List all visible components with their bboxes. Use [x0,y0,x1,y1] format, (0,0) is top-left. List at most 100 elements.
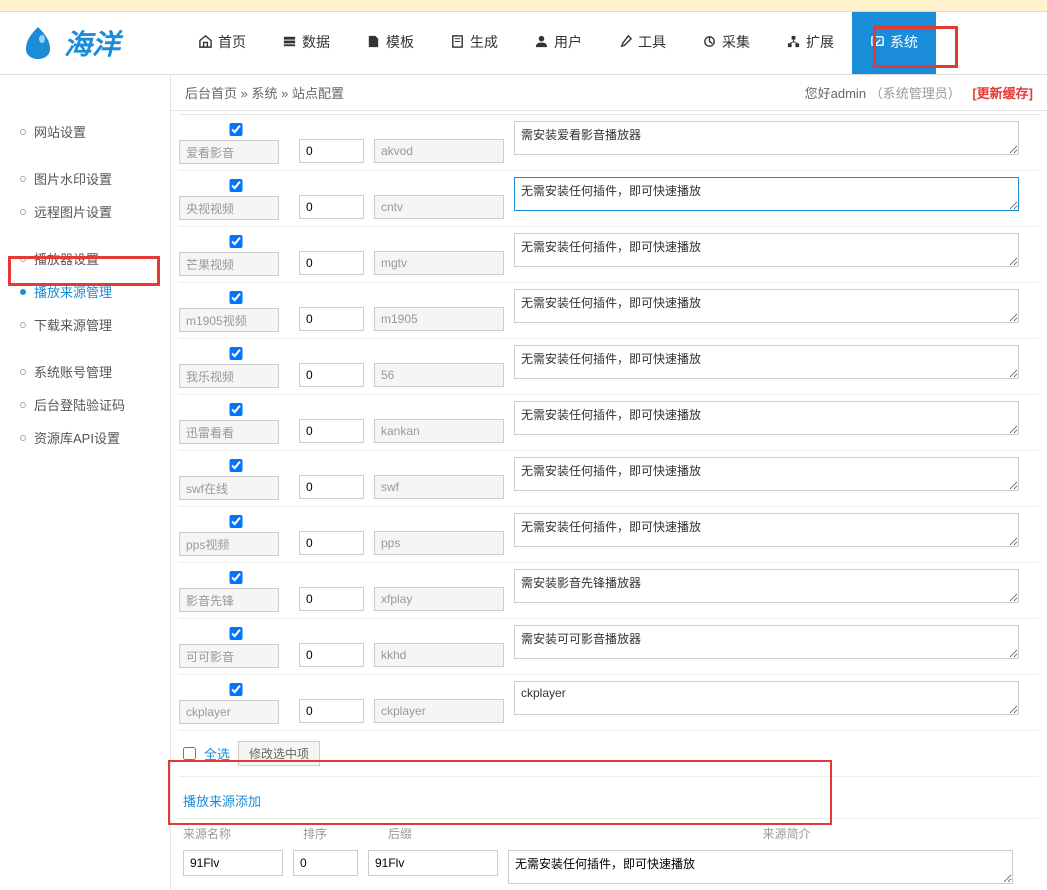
suffix-input[interactable] [374,251,504,275]
nav: 首页 数据模板生成用户工具采集扩展系统 [180,12,936,74]
order-input[interactable] [299,139,364,163]
order-input[interactable] [299,419,364,443]
desc-textarea[interactable]: 需安装爱看影音播放器 [514,121,1019,155]
name-input[interactable] [179,252,279,276]
row-checkbox[interactable] [183,291,289,304]
row-checkbox[interactable] [183,403,289,416]
row-checkbox[interactable] [183,683,289,696]
nav-item-user[interactable]: 用户 [516,12,600,74]
name-input[interactable] [179,364,279,388]
name-input[interactable] [179,700,279,724]
suffix-input[interactable] [374,139,504,163]
row-checkbox[interactable] [183,627,289,640]
row-checkbox[interactable] [183,571,289,584]
breadcrumb-current: 站点配置 [292,86,344,101]
suffix-input[interactable] [374,363,504,387]
desc-textarea[interactable]: 无需安装任何插件，即可快速播放 [514,233,1019,267]
order-input[interactable] [299,475,364,499]
sidebar-item[interactable]: 网站设置 [0,115,170,148]
sidebar-label: 图片水印设置 [34,169,112,188]
breadcrumb-link[interactable]: 系统 [251,86,277,101]
add-name-input[interactable] [183,850,283,876]
modify-selected-button[interactable]: 修改选中项 [238,741,320,766]
add-suffix-input[interactable] [368,850,498,876]
sidebar-gap [0,341,170,355]
collect-icon [702,34,717,49]
row-checkbox[interactable] [183,123,289,136]
row-checkbox[interactable] [183,459,289,472]
nav-item-home[interactable]: 首页 [180,12,264,74]
suffix-input[interactable] [374,643,504,667]
source-row: 无需安装任何插件，即可快速播放 [179,339,1039,395]
add-order-input[interactable] [293,850,358,876]
name-input[interactable] [179,308,279,332]
desc-textarea[interactable]: 无需安装任何插件，即可快速播放 [514,345,1019,379]
sidebar-label: 远程图片设置 [34,202,112,221]
sidebar-item[interactable]: 下载来源管理 [0,308,170,341]
suffix-input[interactable] [374,531,504,555]
desc-textarea[interactable]: 无需安装任何插件，即可快速播放 [514,177,1019,211]
sidebar-item[interactable]: 资源库API设置 [0,421,170,454]
name-input[interactable] [179,588,279,612]
desc-textarea[interactable]: 无需安装任何插件，即可快速播放 [514,401,1019,435]
suffix-input[interactable] [374,699,504,723]
sidebar-gap [0,228,170,242]
nav-item-generate[interactable]: 生成 [432,12,516,74]
logo: 海洋 [0,23,140,63]
col-check [179,569,289,612]
order-input[interactable] [299,531,364,555]
suffix-input[interactable] [374,587,504,611]
breadcrumb-link[interactable]: 后台首页 [185,86,237,101]
nav-item-data[interactable]: 数据 [264,12,348,74]
name-input[interactable] [179,420,279,444]
sidebar-item[interactable]: 系统账号管理 [0,355,170,388]
desc-textarea[interactable]: 需安装影音先锋播放器 [514,569,1019,603]
suffix-input[interactable] [374,475,504,499]
extend-icon [786,34,801,49]
desc-textarea[interactable]: 无需安装任何插件，即可快速播放 [514,289,1019,323]
col-check [179,625,289,668]
row-checkbox[interactable] [183,235,289,248]
add-desc-textarea[interactable] [508,850,1013,884]
name-input[interactable] [179,476,279,500]
name-input[interactable] [179,644,279,668]
col-check [179,401,289,444]
row-checkbox[interactable] [183,347,289,360]
order-input[interactable] [299,363,364,387]
order-input[interactable] [299,251,364,275]
order-input[interactable] [299,195,364,219]
suffix-input[interactable] [374,419,504,443]
nav-item-system[interactable]: 系统 [852,12,936,74]
desc-textarea[interactable]: ckplayer [514,681,1019,715]
sidebar-item[interactable]: 图片水印设置 [0,162,170,195]
sidebar-item[interactable]: 播放器设置 [0,242,170,275]
select-all-checkbox[interactable] [183,747,196,760]
sidebar-item[interactable]: 播放来源管理 [0,275,170,308]
select-all-link[interactable]: 全选 [204,744,230,763]
name-input[interactable] [179,140,279,164]
desc-textarea[interactable]: 无需安装任何插件，即可快速播放 [514,457,1019,491]
nav-item-collect[interactable]: 采集 [684,12,768,74]
desc-textarea[interactable]: 无需安装任何插件，即可快速播放 [514,513,1019,547]
sidebar-item[interactable]: 后台登陆验证码 [0,388,170,421]
suffix-input[interactable] [374,307,504,331]
desc-textarea[interactable]: 需安装可可影音播放器 [514,625,1019,659]
nav-item-extend[interactable]: 扩展 [768,12,852,74]
sidebar-item[interactable]: 远程图片设置 [0,195,170,228]
system-icon [870,34,885,49]
nav-item-template[interactable]: 模板 [348,12,432,74]
nav-label: 数据 [302,32,330,52]
row-checkbox[interactable] [183,179,289,192]
row-checkbox[interactable] [183,515,289,528]
user-info: 您好admin （系统管理员） [更新缓存] [805,83,1033,102]
order-input[interactable] [299,699,364,723]
order-input[interactable] [299,587,364,611]
nav-item-tool[interactable]: 工具 [600,12,684,74]
order-input[interactable] [299,307,364,331]
header-suffix: 后缀 [388,825,528,842]
name-input[interactable] [179,532,279,556]
order-input[interactable] [299,643,364,667]
update-cache-link[interactable]: [更新缓存] [972,86,1033,101]
name-input[interactable] [179,196,279,220]
suffix-input[interactable] [374,195,504,219]
